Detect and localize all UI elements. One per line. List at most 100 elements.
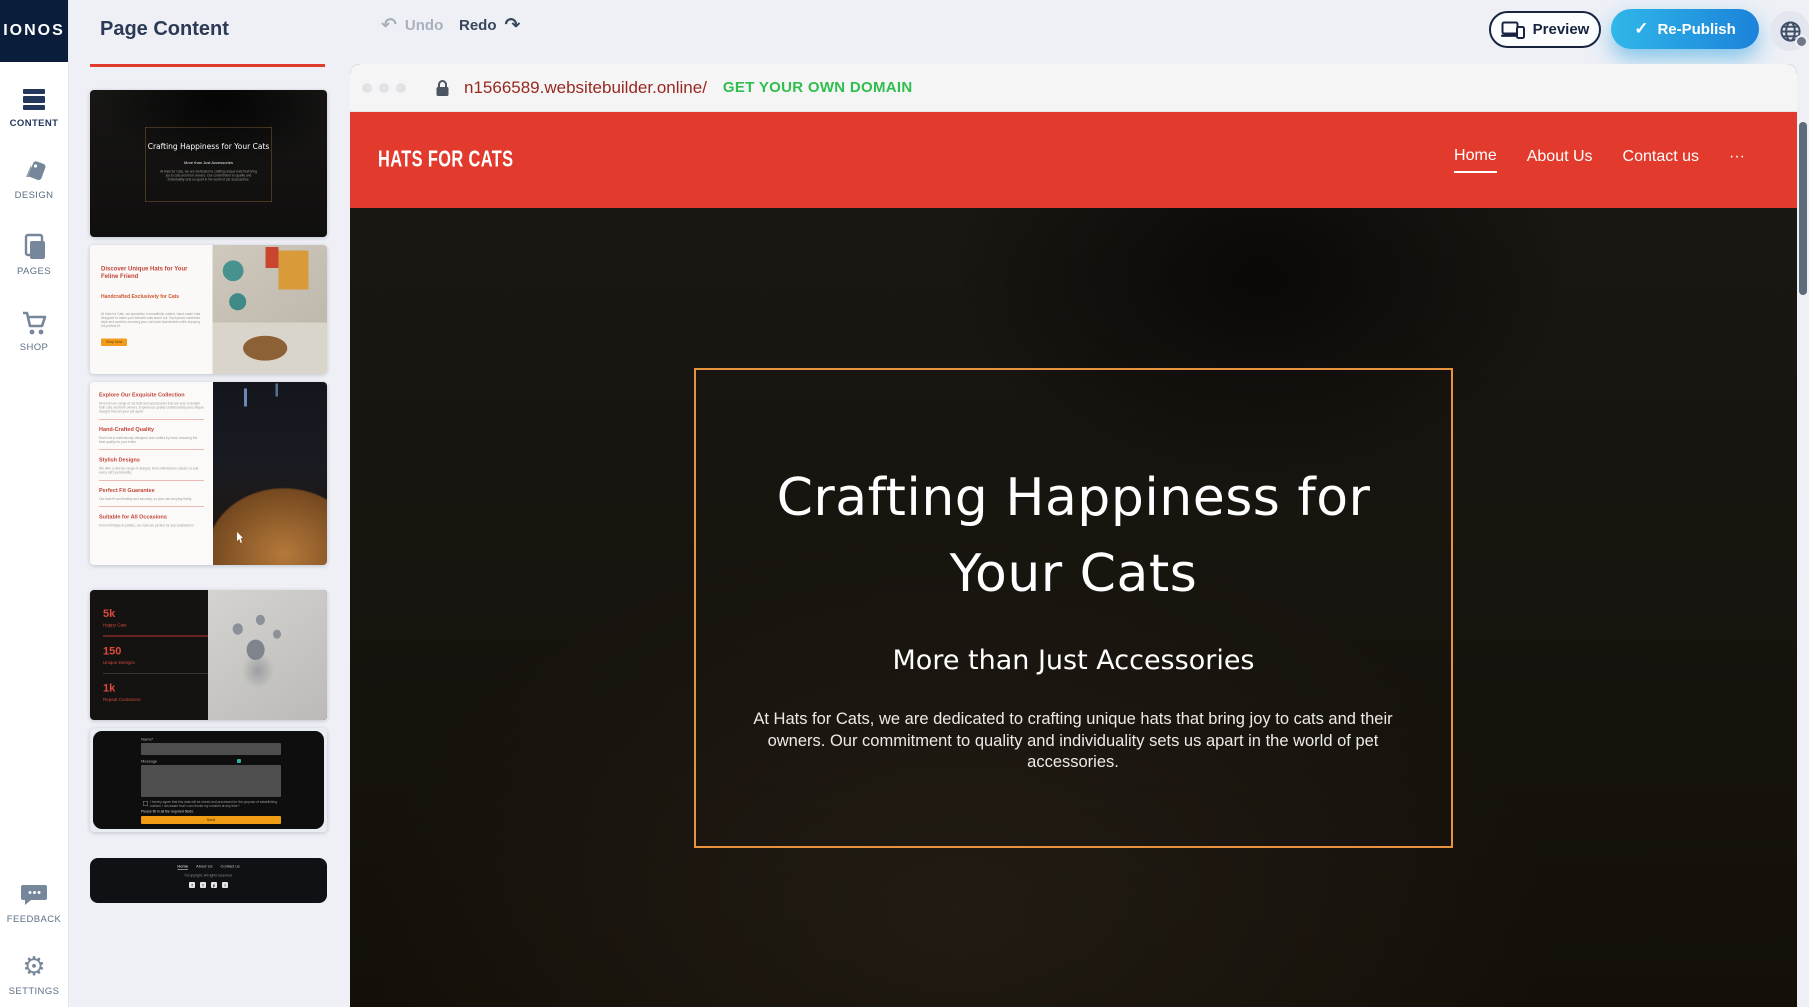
undo-button[interactable]: ↶ Undo <box>381 16 443 35</box>
sidebar-item-label: CONTENT <box>0 118 68 129</box>
divider <box>99 450 204 451</box>
sidebar-item-feedback[interactable]: FEEDBACK <box>0 880 68 925</box>
thumb-shop-now-button: Shop Now <box>101 339 127 347</box>
thumb-collection-body: Dive into our range of cat hats and acce… <box>99 402 204 414</box>
devices-icon <box>1501 21 1525 39</box>
stat-label: Repeat Customers <box>103 697 208 702</box>
thumb-collection-heading: Explore Our Exquisite Collection <box>99 392 204 398</box>
field-marker-icon <box>237 759 241 763</box>
thumb-footer-card: Home About Us Contact us ©Copyright. All… <box>90 858 327 903</box>
site-nav-about[interactable]: About Us <box>1527 148 1593 172</box>
sidebar-item-label: FEEDBACK <box>0 914 68 925</box>
section-thumbnail-discover[interactable]: Discover Unique Hats for Your Feline Fri… <box>90 245 327 374</box>
thumb-collection-heading: Suitable for All Occasions <box>99 514 204 520</box>
sidebar-item-label: SETTINGS <box>0 986 68 997</box>
check-icon: ✓ <box>1634 19 1648 39</box>
republish-button[interactable]: ✓ Re-Publish <box>1611 9 1759 49</box>
sidebar-item-label: SHOP <box>0 342 68 353</box>
redo-button[interactable]: Redo ↷ <box>459 16 520 35</box>
instagram-icon: i <box>222 882 228 888</box>
redo-label: Redo <box>459 17 497 34</box>
site-brand[interactable]: HATS FOR CATS <box>378 147 514 174</box>
panel-accent-rule <box>90 64 325 67</box>
get-domain-link[interactable]: GET YOUR OWN DOMAIN <box>723 79 913 96</box>
section-thumbnail-hero[interactable]: Crafting Happiness for Your Cats More th… <box>90 90 327 237</box>
undo-icon: ↶ <box>381 16 397 35</box>
section-thumbnail-collection[interactable]: Explore Our Exquisite Collection Dive in… <box>90 382 327 565</box>
design-icon <box>0 156 68 186</box>
preview-label: Preview <box>1533 21 1590 38</box>
page-title: Page Content <box>100 18 229 41</box>
thumb-footer-copyright: ©Copyright. All rights reserved. <box>90 874 327 878</box>
thumb-hero-box: Crafting Happiness for Your Cats More th… <box>145 127 272 202</box>
hero-title: Crafting Happiness for Your Cats <box>694 460 1453 612</box>
thumb-discover-subheading: Handcrafted Exclusively for Cats <box>101 294 203 300</box>
thumb-form-consent-text: I hereby agree that this data will be st… <box>150 801 283 809</box>
browser-dot <box>379 83 389 93</box>
thumb-footer-nav-home: Home <box>177 864 188 870</box>
thumb-collection-body: Our hats fit comfortably and securely, s… <box>99 498 204 502</box>
sidebar-item-shop[interactable]: SHOP <box>0 308 68 353</box>
thumb-collection-body: Each hat is meticulously designed and cr… <box>99 437 204 445</box>
thumb-form-name-field <box>141 743 281 755</box>
hero-title-line1: Crafting Happiness for <box>694 460 1453 536</box>
thumb-collection-heading: Perfect Fit Guarantee <box>99 488 204 494</box>
browser-url-bar: n1566589.websitebuilder.online/ GET YOUR… <box>350 64 1797 112</box>
thumb-stats-photo <box>208 590 327 720</box>
settings-icon: ⚙ <box>0 952 68 982</box>
thumb-form-card: Name* Message I hereby agree that this d… <box>93 731 324 829</box>
site-nav-more-icon[interactable]: ··· <box>1729 148 1745 172</box>
redo-icon: ↷ <box>505 16 521 35</box>
republish-label: Re-Publish <box>1657 21 1735 38</box>
browser-dot <box>362 83 372 93</box>
site-url: n1566589.websitebuilder.online/ <box>464 78 707 98</box>
content-icon <box>0 84 68 114</box>
ionos-logo: IONOS <box>0 0 68 62</box>
section-thumbnail-footer[interactable]: Home About Us Contact us ©Copyright. All… <box>90 858 327 903</box>
thumb-form-name-label: Name* <box>141 737 153 742</box>
section-thumbnail-stats[interactable]: 5k Happy Cats 150 Unique Designs 1k Repe… <box>90 590 327 720</box>
divider <box>103 673 222 674</box>
thumb-hero-title: Crafting Happiness for Your Cats <box>146 142 272 152</box>
stat-label: Happy Cats <box>103 623 208 628</box>
stat-label: Unique Designs <box>103 660 208 665</box>
browser-dot <box>396 83 406 93</box>
thumb-form-checkbox <box>143 801 148 806</box>
thumb-collection-body: We offer a diverse range of designs, fro… <box>99 467 204 475</box>
divider <box>99 480 204 481</box>
app-window: IONOS CONTENT DESIGN PAGES SHOP <box>0 0 1809 1007</box>
site-nav-contact[interactable]: Contact us <box>1623 148 1699 172</box>
hero-title-line2: Your Cats <box>694 536 1453 612</box>
thumb-form-note: Please fill in all the required fields. <box>141 810 194 814</box>
thumb-footer-nav-about: About Us <box>196 864 212 870</box>
site-nav-home[interactable]: Home <box>1454 147 1497 173</box>
sidebar-item-label: PAGES <box>0 266 68 277</box>
sidebar: IONOS CONTENT DESIGN PAGES SHOP <box>0 0 69 1007</box>
pinterest-icon: p <box>211 882 217 888</box>
thumb-collection-heading: Hand-Crafted Quality <box>99 427 204 433</box>
preview-button[interactable]: Preview <box>1489 11 1601 48</box>
thumb-collection-heading: Stylish Designs <box>99 457 204 463</box>
feedback-icon <box>0 880 68 910</box>
site-nav: Home About Us Contact us ··· <box>1454 147 1745 173</box>
shop-icon <box>0 308 68 338</box>
thumb-form-message-field <box>141 765 281 797</box>
globe-button[interactable] <box>1770 11 1809 51</box>
sidebar-item-pages[interactable]: PAGES <box>0 232 68 277</box>
thumb-hero-subtitle: More than Just Accessories <box>146 161 272 166</box>
thumb-form-message-label: Message <box>141 759 157 764</box>
divider <box>103 636 222 637</box>
canvas-scrollbar[interactable] <box>1799 122 1807 295</box>
stat-value: 1k <box>103 682 208 695</box>
stat-value: 150 <box>103 645 208 658</box>
section-thumbnail-contact-form[interactable]: Name* Message I hereby agree that this d… <box>90 728 327 832</box>
sidebar-item-design[interactable]: DESIGN <box>0 156 68 201</box>
lock-icon <box>435 79 450 97</box>
sidebar-item-content[interactable]: CONTENT <box>0 84 68 129</box>
divider <box>99 419 204 420</box>
undo-label: Undo <box>405 17 443 34</box>
thumb-collection-body: From birthdays to parties, our hats are … <box>99 524 204 528</box>
sidebar-item-settings[interactable]: ⚙ SETTINGS <box>0 952 68 997</box>
pages-icon <box>0 232 68 262</box>
hero-subtitle: More than Just Accessories <box>694 645 1453 676</box>
